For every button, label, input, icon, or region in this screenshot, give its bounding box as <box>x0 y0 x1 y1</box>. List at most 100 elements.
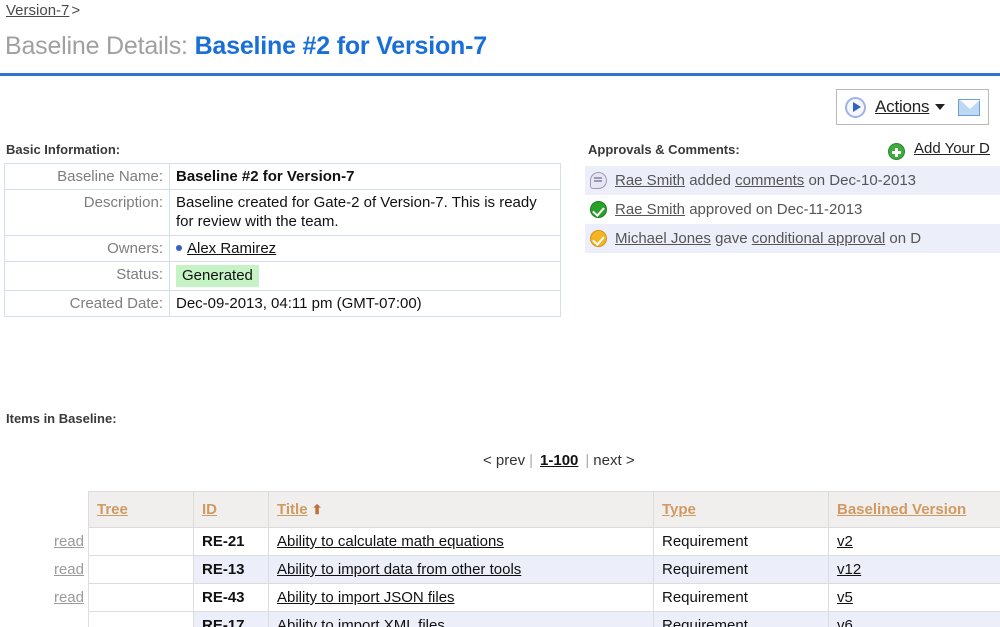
basic-information-heading: Basic Information: <box>6 142 121 157</box>
actions-button[interactable]: Actions <box>875 97 930 117</box>
field-value-owners: Alex Ramirez <box>169 234 561 262</box>
cell-title: Ability to import XML files <box>268 611 654 627</box>
comments-link[interactable]: comments <box>735 172 804 189</box>
cell-version: v2 <box>828 527 1000 556</box>
approval-entry-text: Michael Jones gave conditional approval … <box>615 230 921 247</box>
page-title: Baseline Details: Baseline #2 for Versio… <box>5 32 487 61</box>
table-row: Description: Baseline created for Gate-2… <box>4 189 561 236</box>
items-in-baseline-heading: Items in Baseline: <box>6 411 117 426</box>
cell-type: Requirement <box>653 527 829 556</box>
table-row: Status: Generated <box>4 260 561 291</box>
cell-id: RE-43 <box>193 583 269 612</box>
cell-type: Requirement <box>653 611 829 627</box>
version-link[interactable]: v12 <box>837 561 861 578</box>
cell-tree <box>88 611 194 627</box>
field-value-baseline-name: Baseline #2 for Version-7 <box>169 162 561 191</box>
table-row: Baseline Name: Baseline #2 for Version-7 <box>4 162 561 191</box>
field-label-status: Status: <box>4 260 170 291</box>
cell-id: RE-21 <box>193 527 269 556</box>
field-label-baseline-name: Baseline Name: <box>4 162 170 191</box>
field-value-description: Baseline created for Gate-2 of Version-7… <box>169 189 561 236</box>
read-link[interactable]: read <box>38 528 84 556</box>
entry-mid-text: approved on Dec-11-2013 <box>689 201 863 218</box>
column-header-title[interactable]: Title ⬆ <box>268 491 654 528</box>
breadcrumb-link-version[interactable]: Version-7 <box>6 2 69 19</box>
cell-version: v6 <box>828 611 1000 627</box>
read-link[interactable]: read <box>38 556 84 584</box>
column-header-baselined-version[interactable]: Baselined Version <box>828 491 1000 528</box>
envelope-icon[interactable] <box>958 98 981 116</box>
table-row: RE-13 Ability to import data from other … <box>88 555 1000 584</box>
entry-mid-text: added <box>689 172 731 189</box>
check-circle-green-icon <box>590 201 607 218</box>
approval-entry-text: Rae Smith approved on Dec-11-2013 <box>615 201 862 218</box>
page-title-prefix: Baseline Details: <box>5 32 188 60</box>
item-title-link[interactable]: Ability to calculate math equations <box>277 533 504 550</box>
plus-circle-icon[interactable] <box>888 143 905 160</box>
person-link[interactable]: Rae Smith <box>615 172 685 189</box>
title-divider <box>0 73 1000 76</box>
item-title-link[interactable]: Ability to import data from other tools <box>277 561 521 578</box>
person-link[interactable]: Rae Smith <box>615 201 685 218</box>
play-circle-icon[interactable] <box>845 96 866 118</box>
comment-bubble-icon <box>590 172 607 189</box>
pager-current[interactable]: 1-100 <box>537 452 581 469</box>
cell-title: Ability to import JSON files <box>268 583 654 612</box>
cell-title: Ability to calculate math equations <box>268 527 654 556</box>
entry-suffix-text: on Dec-10-2013 <box>808 172 917 189</box>
owner-bullet-icon <box>176 244 182 251</box>
breadcrumb: Version-7 > <box>6 2 80 19</box>
person-link[interactable]: Michael Jones <box>615 230 711 247</box>
version-link[interactable]: v6 <box>837 617 853 627</box>
cell-tree <box>88 583 194 612</box>
table-row: RE-43 Ability to import JSON files Requi… <box>88 583 1000 612</box>
pager-prev[interactable]: < prev <box>483 452 525 469</box>
cell-version: v12 <box>828 555 1000 584</box>
chevron-down-icon[interactable] <box>935 104 946 110</box>
basic-information-table: Baseline Name: Baseline #2 for Version-7… <box>4 162 561 318</box>
field-label-created-date: Created Date: <box>4 289 170 318</box>
baseline-details-page: Version-7 > Baseline Details: Baseline #2… <box>0 0 1000 627</box>
pager-next[interactable]: next > <box>593 452 634 469</box>
row-action-column: read read read <box>38 528 84 612</box>
approvals-heading: Approvals & Comments: <box>588 142 740 157</box>
list-item: Rae Smith added comments on Dec-10-2013 <box>585 166 1000 195</box>
entry-suffix-text: on D <box>889 230 922 247</box>
add-your-decision-link[interactable]: Add Your D <box>914 140 990 157</box>
table-row: RE-21 Ability to calculate math equation… <box>88 527 1000 556</box>
item-title-link[interactable]: Ability to import XML files <box>277 617 445 627</box>
approvals-list: Rae Smith added comments on Dec-10-2013 … <box>585 166 1000 253</box>
column-header-tree[interactable]: Tree <box>88 491 194 528</box>
cell-id: RE-17 <box>193 611 269 627</box>
column-header-id[interactable]: ID <box>193 491 269 528</box>
cell-type: Requirement <box>653 555 829 584</box>
version-link[interactable]: v2 <box>837 533 853 550</box>
cell-type: Requirement <box>653 583 829 612</box>
cell-tree <box>88 555 194 584</box>
cell-title: Ability to import data from other tools <box>268 555 654 584</box>
entry-mid-text: gave <box>715 230 748 247</box>
check-circle-amber-icon <box>590 230 607 247</box>
table-header-row: Tree ID Title ⬆ Type Baselined Version <box>88 491 1000 528</box>
table-row: Owners: Alex Ramirez <box>4 234 561 262</box>
breadcrumb-separator: > <box>71 2 81 19</box>
owner-link[interactable]: Alex Ramirez <box>187 240 276 257</box>
conditional-approval-link[interactable]: conditional approval <box>752 230 885 247</box>
approval-entry-text: Rae Smith added comments on Dec-10-2013 <box>615 172 916 189</box>
item-title-link[interactable]: Ability to import JSON files <box>277 589 455 606</box>
cell-version: v5 <box>828 583 1000 612</box>
pagination: < prev | 1-100 | next > <box>483 452 635 469</box>
list-item: Rae Smith approved on Dec-11-2013 <box>585 195 1000 224</box>
read-link[interactable]: read <box>38 584 84 612</box>
column-header-type[interactable]: Type <box>653 491 829 528</box>
version-link[interactable]: v5 <box>837 589 853 606</box>
status-badge: Generated <box>176 264 259 287</box>
items-table: Tree ID Title ⬆ Type Baselined Version RE… <box>88 491 1000 627</box>
field-label-owners: Owners: <box>4 234 170 262</box>
cell-id: RE-13 <box>193 555 269 584</box>
cell-tree <box>88 527 194 556</box>
field-value-created-date: Dec-09-2013, 04:11 pm (GMT-07:00) <box>169 289 561 318</box>
field-label-description: Description: <box>4 189 170 236</box>
actions-toolbar: Actions <box>836 89 990 125</box>
field-value-status: Generated <box>169 260 561 291</box>
